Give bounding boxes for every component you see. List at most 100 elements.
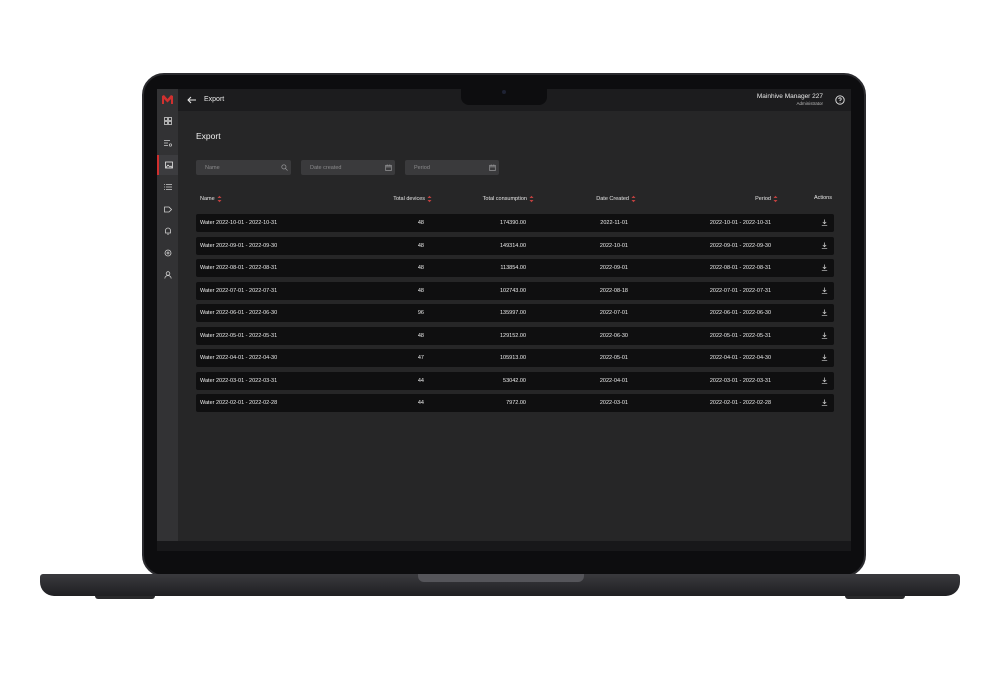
row-period: 2022-07-01 - 2022-07-31 bbox=[709, 287, 771, 294]
row-total-devices: 47 bbox=[417, 355, 424, 361]
download-icon[interactable] bbox=[821, 354, 828, 361]
download-icon[interactable] bbox=[821, 309, 828, 316]
sidebar-item-settings[interactable] bbox=[157, 243, 178, 263]
download-icon[interactable] bbox=[821, 264, 828, 271]
table-row[interactable]: Water 2022-04-01 - 2022-04-30 47 105913.… bbox=[196, 349, 834, 367]
table-row[interactable]: Water 2022-06-01 - 2022-06-30 96 135997.… bbox=[196, 304, 834, 322]
table-row[interactable]: Water 2022-07-01 - 2022-07-31 48 102743.… bbox=[196, 281, 834, 300]
image-icon bbox=[164, 161, 173, 169]
row-total-consumption: 149314.00 bbox=[500, 242, 526, 249]
app-screen: Export Mainhive Manager 227 Administrato… bbox=[157, 89, 851, 541]
download-icon[interactable] bbox=[821, 332, 828, 339]
download-icon[interactable] bbox=[821, 219, 828, 226]
bell-icon bbox=[164, 227, 171, 235]
name-filter[interactable] bbox=[196, 160, 291, 175]
search-icon bbox=[281, 164, 288, 171]
row-date-created: 2022-05-01 bbox=[599, 355, 628, 361]
table-row[interactable]: Water 2022-02-01 - 2022-02-28 44 7972.00… bbox=[196, 394, 834, 412]
page-title: Export bbox=[196, 131, 221, 141]
date-created-filter[interactable] bbox=[301, 160, 395, 175]
table-row[interactable]: Water 2022-09-01 - 2022-09-30 48 149314.… bbox=[196, 236, 834, 255]
sidebar-item-users[interactable] bbox=[157, 265, 178, 285]
download-icon[interactable] bbox=[821, 399, 828, 406]
row-date-created: 2022-09-01 bbox=[599, 265, 628, 271]
sidebar-item-export[interactable] bbox=[157, 155, 178, 175]
row-total-consumption: 129152.00 bbox=[500, 332, 526, 339]
laptop-foot-left bbox=[95, 596, 155, 599]
period-filter-input[interactable] bbox=[405, 160, 499, 175]
row-date-created: 2022-11-01 bbox=[600, 220, 628, 226]
user-icon bbox=[163, 271, 172, 279]
row-period: 2022-03-01 - 2022-03-31 bbox=[709, 377, 771, 384]
row-period: 2022-10-01 - 2022-10-31 bbox=[709, 220, 771, 226]
table-row[interactable]: Water 2022-08-01 - 2022-08-31 48 113854.… bbox=[196, 259, 834, 277]
row-total-consumption: 174390.00 bbox=[500, 220, 526, 226]
sidebar-item-tags[interactable] bbox=[157, 199, 178, 219]
laptop-foot-right bbox=[845, 596, 905, 599]
sort-icon bbox=[427, 195, 432, 203]
row-total-devices: 44 bbox=[417, 377, 424, 384]
row-period: 2022-04-01 - 2022-04-30 bbox=[709, 355, 771, 361]
row-total-consumption: 113854.00 bbox=[500, 265, 526, 271]
row-name: Water 2022-09-01 - 2022-09-30 bbox=[200, 242, 278, 249]
download-icon[interactable] bbox=[821, 377, 828, 384]
row-date-created: 2022-08-18 bbox=[599, 287, 628, 294]
laptop-hinge bbox=[418, 574, 584, 582]
period-filter[interactable] bbox=[405, 160, 499, 175]
calendar-icon bbox=[489, 164, 496, 171]
column-header-name[interactable]: Name bbox=[200, 195, 222, 203]
date-created-filter-input[interactable] bbox=[301, 160, 395, 175]
sidebar-item-alerts[interactable] bbox=[157, 221, 178, 241]
column-header-date-created[interactable]: Date Created bbox=[596, 195, 636, 203]
row-name: Water 2022-08-01 - 2022-08-31 bbox=[200, 265, 278, 271]
row-date-created: 2022-03-01 bbox=[599, 400, 628, 406]
row-total-consumption: 7972.00 bbox=[506, 400, 526, 406]
column-header-actions: Actions bbox=[813, 195, 832, 201]
list-icon bbox=[163, 184, 172, 190]
user-name[interactable]: Mainhive Manager 227 bbox=[757, 93, 823, 100]
row-period: 2022-02-01 - 2022-02-28 bbox=[709, 400, 771, 406]
table-header: Name Total devices Total consumption Dat… bbox=[196, 195, 834, 207]
column-header-total-devices[interactable]: Total devices bbox=[393, 195, 432, 203]
table-row[interactable]: Water 2022-05-01 - 2022-05-31 48 129152.… bbox=[196, 326, 834, 345]
help-icon[interactable] bbox=[835, 95, 845, 105]
sort-icon bbox=[217, 195, 222, 203]
row-name: Water 2022-10-01 - 2022-10-31 bbox=[200, 220, 278, 226]
row-name: Water 2022-06-01 - 2022-06-30 bbox=[200, 310, 278, 316]
sort-icon bbox=[631, 195, 636, 203]
row-name: Water 2022-07-01 - 2022-07-31 bbox=[200, 287, 278, 294]
brand-logo-icon[interactable] bbox=[162, 95, 173, 104]
row-total-consumption: 53042.00 bbox=[503, 377, 526, 384]
name-filter-input[interactable] bbox=[196, 160, 291, 175]
download-icon[interactable] bbox=[821, 242, 828, 249]
download-icon[interactable] bbox=[821, 287, 828, 294]
table-row[interactable]: Water 2022-10-01 - 2022-10-31 48 174390.… bbox=[196, 214, 834, 232]
row-total-consumption: 102743.00 bbox=[500, 287, 526, 294]
topbar-title: Export bbox=[204, 96, 225, 103]
gear-icon bbox=[164, 249, 171, 257]
column-header-period[interactable]: Period bbox=[755, 195, 778, 203]
table-row[interactable]: Water 2022-03-01 - 2022-03-31 44 53042.0… bbox=[196, 371, 834, 390]
row-name: Water 2022-02-01 - 2022-02-28 bbox=[200, 400, 278, 406]
sidebar-item-dashboard[interactable] bbox=[157, 111, 178, 131]
row-total-consumption: 105913.00 bbox=[500, 355, 526, 361]
column-header-total-consumption[interactable]: Total consumption bbox=[483, 195, 534, 203]
user-role: Administrator bbox=[796, 101, 823, 106]
row-total-devices: 48 bbox=[417, 287, 424, 294]
row-period: 2022-06-01 - 2022-06-30 bbox=[709, 310, 771, 316]
row-total-devices: 48 bbox=[417, 220, 424, 226]
arrow-left-icon[interactable] bbox=[186, 94, 198, 106]
sidebar-item-devices[interactable] bbox=[157, 133, 178, 153]
row-period: 2022-08-01 - 2022-08-31 bbox=[709, 265, 771, 271]
calendar-icon bbox=[385, 164, 392, 171]
row-total-devices: 48 bbox=[417, 265, 424, 271]
list-settings-icon bbox=[163, 140, 172, 147]
sidebar-item-reports[interactable] bbox=[157, 177, 178, 197]
row-period: 2022-05-01 - 2022-05-31 bbox=[709, 332, 771, 339]
row-name: Water 2022-05-01 - 2022-05-31 bbox=[200, 332, 278, 339]
row-total-devices: 44 bbox=[417, 400, 424, 406]
screen-bezel-bottom bbox=[157, 541, 851, 551]
row-date-created: 2022-04-01 bbox=[599, 377, 628, 384]
tag-icon bbox=[163, 206, 172, 213]
sort-icon bbox=[773, 195, 778, 203]
